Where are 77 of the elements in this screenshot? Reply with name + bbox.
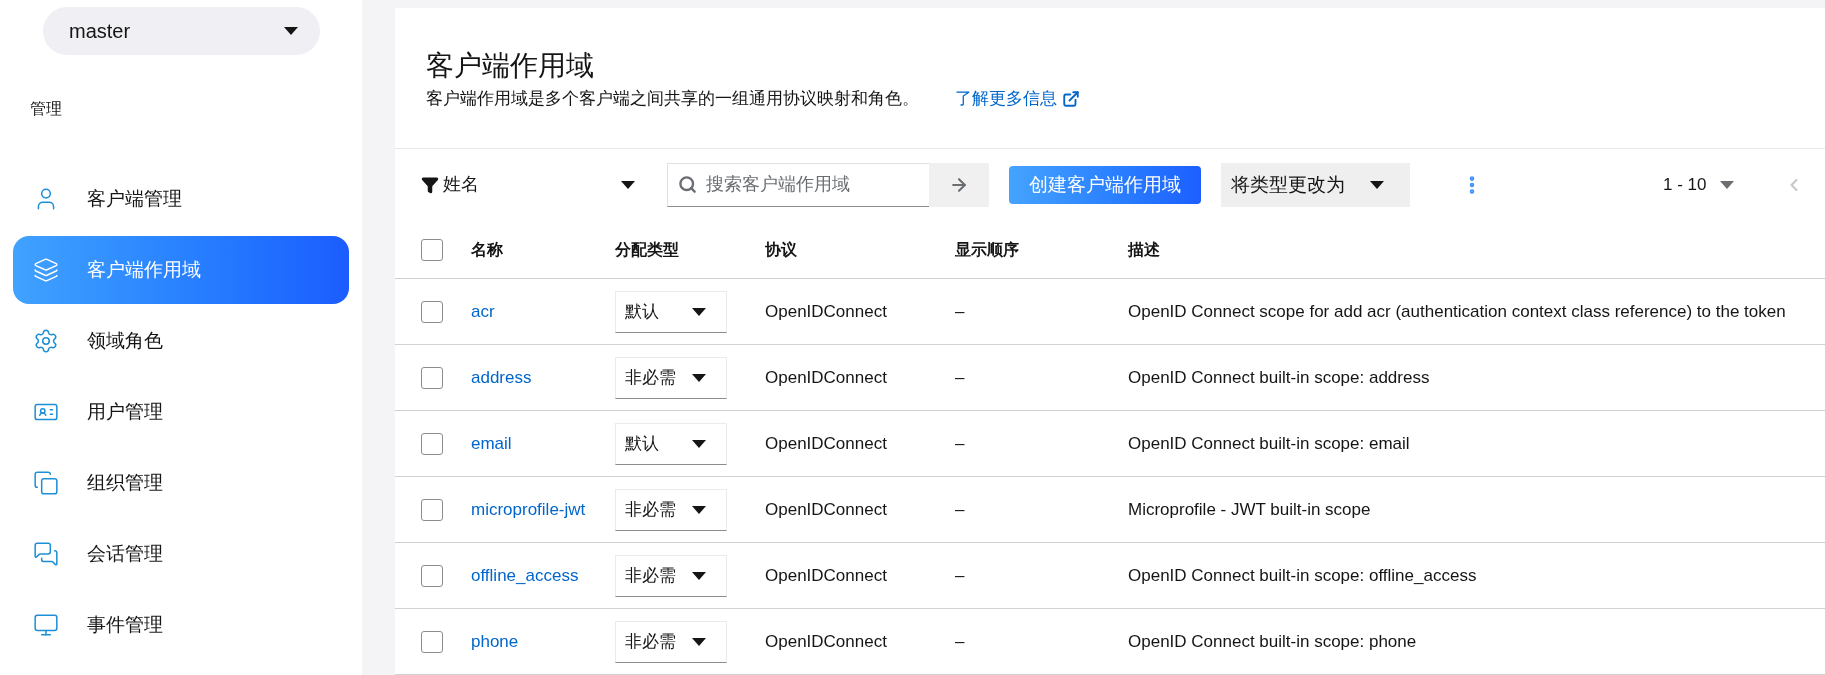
caret-icon: [1720, 180, 1735, 189]
column-header: 分配类型: [615, 240, 679, 258]
table-cell: –: [955, 433, 965, 453]
checkbox[interactable]: [421, 630, 443, 653]
type-select[interactable]: 默认: [615, 422, 727, 465]
search-submit-button[interactable]: [929, 162, 989, 207]
external-link-icon: [1062, 89, 1080, 108]
column-header: 协议: [765, 240, 797, 258]
checkbox[interactable]: [421, 366, 443, 389]
create-scope-button[interactable]: 创建客户端作用域: [1009, 165, 1201, 204]
filter-icon: [421, 175, 439, 194]
table-cell: OpenIDConnect: [765, 631, 887, 651]
checkbox[interactable]: [421, 300, 443, 323]
table-cell: OpenID Connect scope for add acr (authentication context class reference) to the token: [1128, 301, 1786, 321]
table-cell: OpenID Connect built-in scope: offline_access: [1128, 565, 1477, 585]
table-cell: –: [955, 565, 965, 585]
type-select[interactable]: 非必需: [615, 554, 727, 597]
gear-icon: [33, 328, 59, 354]
sidebar-item[interactable]: 组织管理: [13, 449, 349, 517]
caret-icon: [692, 637, 706, 646]
scope-name-link[interactable]: acr: [471, 301, 495, 321]
table-cell: –: [955, 631, 965, 651]
column-header: 描述: [1128, 240, 1160, 258]
section-heading: 管理: [30, 99, 62, 119]
sidebar-item[interactable]: 客户端管理: [13, 165, 349, 233]
caret-icon: [692, 571, 706, 580]
type-select[interactable]: 非必需: [615, 488, 727, 531]
caret-icon: [1370, 180, 1384, 189]
table-cell: OpenIDConnect: [765, 367, 887, 387]
search-field[interactable]: 搜索客户端作用域: [667, 162, 929, 207]
caret-icon: [284, 27, 298, 35]
type-select[interactable]: 默认: [615, 290, 727, 333]
checkbox[interactable]: [421, 564, 443, 587]
checkbox[interactable]: [421, 498, 443, 521]
table-cell: OpenID Connect built-in scope: email: [1128, 433, 1410, 453]
table-cell: OpenIDConnect: [765, 565, 887, 585]
type-select[interactable]: 非必需: [615, 620, 727, 663]
table-cell: –: [955, 367, 965, 387]
checkbox[interactable]: [421, 238, 443, 261]
stacked-squares-icon: [33, 470, 59, 496]
monitor-icon: [33, 612, 59, 638]
change-type-dropdown[interactable]: 将类型更改为: [1221, 162, 1410, 207]
table-cell: –: [955, 499, 965, 519]
caret-icon: [692, 439, 706, 448]
table-cell: –: [955, 301, 965, 321]
table-cell: Microprofile - JWT built-in scope: [1128, 499, 1371, 519]
table-cell: OpenIDConnect: [765, 301, 887, 321]
column-header: 名称: [471, 240, 503, 258]
layers-icon: [33, 257, 59, 283]
page-title: 客户端作用域: [426, 49, 594, 83]
column-header: 显示顺序: [955, 240, 1019, 258]
realm-selector[interactable]: master: [43, 7, 320, 55]
type-select[interactable]: 非必需: [615, 356, 727, 399]
filter-dropdown[interactable]: 姓名: [421, 171, 649, 199]
scope-name-link[interactable]: microprofile-jwt: [471, 499, 586, 519]
scope-name-link[interactable]: phone: [471, 631, 519, 651]
table-cell: OpenID Connect built-in scope: phone: [1128, 631, 1417, 651]
caret-icon: [692, 505, 706, 514]
scope-name-link[interactable]: address: [471, 367, 532, 387]
sidebar-item[interactable]: 用户管理: [13, 378, 349, 446]
table-cell: OpenID Connect built-in scope: address: [1128, 367, 1430, 387]
caret-icon: [692, 373, 706, 382]
pagination-dropdown[interactable]: 1 - 10: [1663, 172, 1735, 198]
sidebar-item[interactable]: 会话管理: [13, 520, 349, 588]
checkbox[interactable]: [421, 432, 443, 455]
table-cell: OpenIDConnect: [765, 499, 887, 519]
caret-icon: [692, 307, 706, 316]
sidebar-item[interactable]: 事件管理: [13, 591, 349, 659]
table-cell: OpenIDConnect: [765, 433, 887, 453]
search-icon: [678, 174, 697, 194]
learn-more-link[interactable]: 了解更多信息: [955, 86, 1080, 112]
scope-name-link[interactable]: offline_access: [471, 565, 579, 585]
caret-icon: [621, 180, 635, 189]
scope-name-link[interactable]: email: [471, 433, 512, 453]
chat-bubbles-icon: [33, 541, 59, 567]
sidebar-item[interactable]: 领域角色: [13, 307, 349, 375]
page-description: 客户端作用域是多个客户端之间共享的一组通用协议映射和角色。: [426, 88, 919, 110]
